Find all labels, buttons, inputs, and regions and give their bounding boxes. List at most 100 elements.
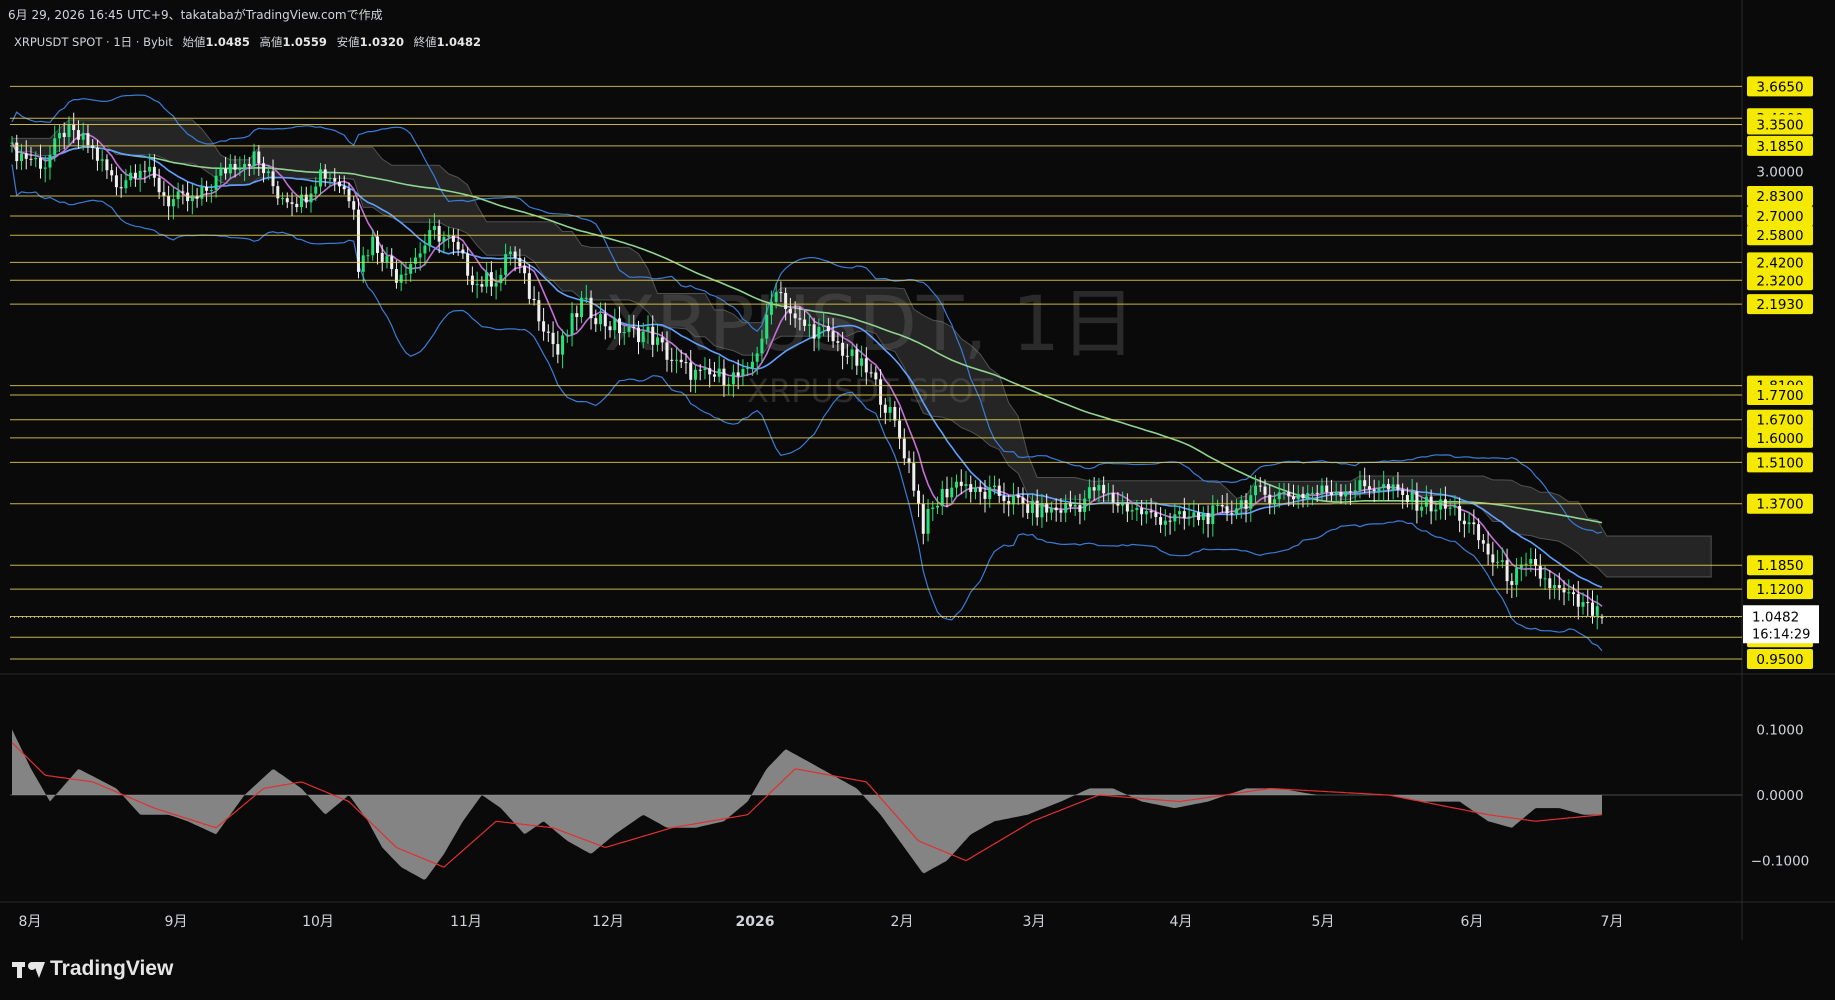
candle bbox=[1534, 548, 1538, 577]
candle-body bbox=[1163, 520, 1167, 525]
macd-tick-label: 0.0000 bbox=[1756, 788, 1803, 804]
candle-body bbox=[233, 163, 237, 170]
candle-body bbox=[1016, 495, 1020, 498]
macd-pane: 0.1000 0.0000 −0.1000 bbox=[10, 722, 1809, 880]
time-tick-label: 8月 bbox=[19, 914, 42, 930]
candle-body bbox=[489, 272, 493, 287]
candle-body bbox=[480, 284, 484, 287]
level-label: 1.6000 bbox=[1756, 431, 1803, 447]
candle bbox=[1595, 595, 1599, 630]
candle-body bbox=[399, 274, 403, 283]
level-label: 1.6700 bbox=[1756, 413, 1803, 429]
candle-body bbox=[57, 132, 61, 139]
candle-body bbox=[978, 487, 982, 492]
candle bbox=[413, 247, 417, 273]
candle-body bbox=[731, 372, 735, 385]
candle-body bbox=[1154, 512, 1158, 517]
candle-body bbox=[1524, 563, 1528, 565]
candle-body bbox=[788, 309, 792, 314]
candle bbox=[100, 150, 104, 172]
level-label: 2.5800 bbox=[1756, 228, 1803, 244]
candle bbox=[1553, 573, 1557, 599]
candle-body bbox=[1135, 507, 1139, 511]
candle-body bbox=[784, 292, 788, 310]
candle bbox=[527, 264, 531, 305]
current-price-label: 1.0482 bbox=[1752, 609, 1799, 625]
price-chart[interactable]: XRPUSDT, 1日XRPUSDT SPOT3.66503.40003.350… bbox=[0, 0, 1835, 1000]
candle-body bbox=[1315, 492, 1319, 494]
candle-body bbox=[1353, 490, 1357, 493]
candle-body bbox=[1481, 540, 1485, 544]
candle-body bbox=[485, 272, 489, 287]
candle-body bbox=[1049, 507, 1053, 513]
candle-body bbox=[1477, 524, 1481, 541]
candle-body bbox=[1021, 497, 1025, 504]
candle-body bbox=[1306, 493, 1310, 499]
candle bbox=[1524, 552, 1528, 577]
candle-body bbox=[442, 236, 446, 242]
candle-body bbox=[262, 163, 266, 174]
candle-body bbox=[1059, 510, 1063, 513]
candle bbox=[1016, 486, 1020, 505]
candle-body bbox=[1073, 505, 1077, 507]
candle bbox=[361, 246, 365, 283]
candle bbox=[162, 180, 166, 206]
candle bbox=[110, 163, 114, 182]
candle-body bbox=[451, 235, 455, 242]
candle bbox=[997, 478, 1001, 503]
candle bbox=[1007, 495, 1011, 517]
candle-body bbox=[712, 374, 716, 377]
candle-body bbox=[1291, 496, 1295, 500]
candle-body bbox=[1339, 491, 1343, 497]
tradingview-brand[interactable]: TradingView bbox=[12, 957, 173, 981]
tradingview-logo-icon bbox=[12, 960, 45, 978]
candle-body bbox=[803, 319, 807, 326]
candle bbox=[1173, 503, 1177, 532]
candle-body bbox=[53, 138, 57, 155]
candle bbox=[973, 480, 977, 500]
candle-body bbox=[1591, 602, 1595, 616]
candle-body bbox=[1529, 558, 1533, 564]
candle bbox=[366, 249, 370, 263]
candle-body bbox=[936, 505, 940, 508]
candle-body bbox=[1334, 491, 1338, 496]
candle-body bbox=[1562, 587, 1566, 593]
candle-body bbox=[817, 326, 821, 339]
candle-body bbox=[1111, 493, 1115, 503]
candle-body bbox=[860, 358, 864, 366]
candle bbox=[105, 154, 109, 179]
candle-body bbox=[29, 158, 33, 160]
candle-body bbox=[546, 331, 550, 333]
candle bbox=[546, 324, 550, 342]
time-tick-label: 2026 bbox=[736, 914, 775, 930]
candle-body bbox=[1206, 513, 1210, 525]
candle-body bbox=[171, 199, 175, 207]
candle-body bbox=[86, 133, 90, 146]
candle-body bbox=[893, 406, 897, 421]
candle-body bbox=[24, 153, 28, 159]
candle-body bbox=[352, 201, 356, 210]
level-label: 1.7700 bbox=[1756, 388, 1803, 404]
candle-body bbox=[475, 284, 479, 286]
bar-countdown: 16:14:29 bbox=[1752, 627, 1810, 642]
candle-body bbox=[152, 166, 156, 178]
candle-body bbox=[72, 124, 76, 131]
candle-body bbox=[750, 361, 754, 368]
candle-body bbox=[333, 178, 337, 182]
candle bbox=[575, 305, 579, 331]
candle bbox=[129, 165, 133, 187]
candle bbox=[988, 475, 992, 508]
level-label: 2.4200 bbox=[1756, 255, 1803, 271]
candle-body bbox=[703, 368, 707, 370]
candle-body bbox=[950, 487, 954, 498]
candle-body bbox=[556, 344, 560, 355]
candle bbox=[693, 364, 697, 393]
candle-body bbox=[1386, 484, 1390, 490]
candle-body bbox=[632, 326, 636, 328]
candle-body bbox=[1405, 495, 1409, 503]
candle-body bbox=[992, 485, 996, 488]
candle bbox=[898, 407, 902, 450]
candle-body bbox=[328, 178, 332, 180]
candle-body bbox=[1064, 502, 1068, 513]
candle bbox=[902, 428, 906, 465]
